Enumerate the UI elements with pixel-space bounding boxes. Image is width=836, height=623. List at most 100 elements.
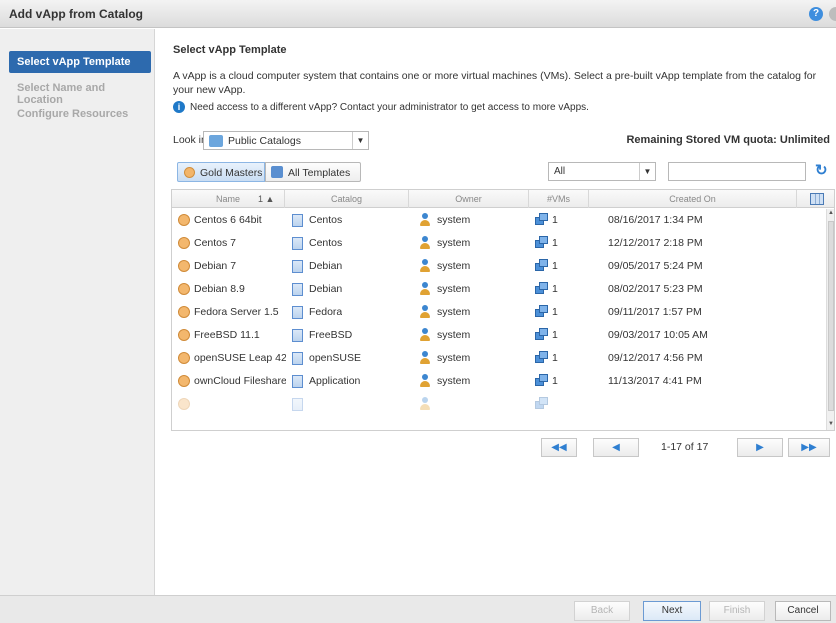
vm-icon xyxy=(535,328,548,341)
vm-icon xyxy=(535,397,548,410)
scroll-down-icon[interactable]: ▼ xyxy=(828,421,834,427)
cancel-button[interactable]: Cancel xyxy=(775,601,831,621)
back-button[interactable]: Back xyxy=(574,601,630,621)
catalog-icon xyxy=(292,398,303,411)
user-icon xyxy=(420,374,430,387)
prev-page-button[interactable]: ◀ xyxy=(593,438,639,457)
row-name: Fedora Server 1.5 xyxy=(194,306,279,318)
row-owner: system xyxy=(437,237,471,249)
table-scrollbar[interactable]: ▲ ▼ xyxy=(826,209,834,430)
gold-master-icon xyxy=(178,260,190,272)
row-created-on: 09/03/2017 10:05 AM xyxy=(608,329,708,341)
sort-indicator[interactable]: 1 ▲ xyxy=(258,190,274,208)
row-vms: 1 xyxy=(552,260,558,272)
gold-masters-label: Gold Masters xyxy=(200,167,263,179)
vm-icon xyxy=(535,374,548,387)
user-icon xyxy=(420,213,430,226)
row-catalog: Centos xyxy=(309,214,343,226)
gold-master-icon xyxy=(178,375,190,387)
row-name: Centos 6 64bit xyxy=(194,214,262,226)
row-catalog: Application xyxy=(309,375,361,387)
row-vms: 1 xyxy=(552,214,558,226)
table-row[interactable]: Debian 8.9 Debian system 1 08/02/2017 5:… xyxy=(172,278,826,301)
all-templates-tab[interactable]: All Templates xyxy=(265,162,361,182)
column-chooser-icon[interactable] xyxy=(810,193,824,205)
row-created-on: 12/12/2017 2:18 PM xyxy=(608,237,703,249)
table-row[interactable]: FreeBSD 11.1 FreeBSD system 1 09/03/2017… xyxy=(172,324,826,347)
look-in-dropdown[interactable]: Public Catalogs ▼ xyxy=(203,131,369,150)
user-icon xyxy=(420,236,430,249)
help-icon[interactable]: ? xyxy=(809,7,823,21)
gold-masters-tab[interactable]: Gold Masters xyxy=(177,162,265,182)
finish-button[interactable]: Finish xyxy=(709,601,765,621)
row-owner: system xyxy=(437,283,471,295)
row-vms: 1 xyxy=(552,237,558,249)
info-message: Need access to a different vApp? Contact… xyxy=(190,102,589,113)
row-owner: system xyxy=(437,214,471,226)
filter-value: All xyxy=(554,166,566,177)
search-input[interactable] xyxy=(668,162,806,181)
first-page-button[interactable]: ◀◀ xyxy=(541,438,577,457)
row-owner: system xyxy=(437,306,471,318)
wizard-steps: Select vApp Template Select Name and Loc… xyxy=(0,29,155,595)
table-row[interactable]: Centos 7 Centos system 1 12/12/2017 2:18… xyxy=(172,232,826,255)
table-row[interactable]: Fedora Server 1.5 Fedora system 1 09/11/… xyxy=(172,301,826,324)
row-catalog: Centos xyxy=(309,237,343,249)
catalog-icon xyxy=(292,260,303,273)
row-catalog: Debian xyxy=(309,283,343,295)
vm-icon xyxy=(535,305,548,318)
gold-master-icon xyxy=(178,306,190,318)
info-icon: i xyxy=(173,101,185,113)
vm-icon xyxy=(535,213,548,226)
row-created-on: 11/13/2017 4:41 PM xyxy=(608,375,702,387)
row-owner: system xyxy=(437,329,471,341)
row-name: FreeBSD 11.1 xyxy=(194,329,260,341)
table-row[interactable]: Debian 7 Debian system 1 09/05/2017 5:24… xyxy=(172,255,826,278)
dialog-footer: Back Next Finish Cancel xyxy=(0,595,836,623)
table-header: Name 1 ▲ Catalog Owner #VMs Created On xyxy=(172,190,834,208)
vm-icon xyxy=(535,259,548,272)
user-icon xyxy=(420,328,430,341)
row-vms: 1 xyxy=(552,306,558,318)
filter-dropdown[interactable]: All ▼ xyxy=(548,162,656,181)
table-row-partial[interactable] xyxy=(172,393,826,416)
step-select-name-and-location: Select Name and Location xyxy=(17,82,106,106)
column-header-vms[interactable]: #VMs xyxy=(529,190,589,208)
table-row[interactable]: Centos 6 64bit Centos system 1 08/16/201… xyxy=(172,209,826,232)
close-icon[interactable] xyxy=(829,7,836,21)
step-configure-resources: Configure Resources xyxy=(17,108,129,120)
next-button[interactable]: Next xyxy=(643,601,701,621)
vm-icon xyxy=(535,282,548,295)
chevron-down-icon[interactable]: ▼ xyxy=(352,132,368,149)
column-header-created-on[interactable]: Created On xyxy=(589,190,797,208)
user-icon xyxy=(420,397,430,410)
catalog-icon xyxy=(292,375,303,388)
catalog-icon xyxy=(292,306,303,319)
page-description: A vApp is a cloud computer system that c… xyxy=(173,70,817,96)
row-owner: system xyxy=(437,375,471,387)
last-page-button[interactable]: ▶▶ xyxy=(788,438,830,457)
row-name: ownCloud Fileshare xyxy=(194,375,286,387)
gold-master-icon xyxy=(178,398,190,410)
scroll-thumb[interactable] xyxy=(828,221,834,411)
row-created-on: 09/05/2017 5:24 PM xyxy=(608,260,703,272)
table-row[interactable]: openSUSE Leap 42 openSUSE system 1 09/12… xyxy=(172,347,826,370)
refresh-icon[interactable]: ↻ xyxy=(815,162,828,180)
look-in-value: Public Catalogs xyxy=(228,135,301,147)
column-header-owner[interactable]: Owner xyxy=(409,190,529,208)
page-title: Select vApp Template xyxy=(173,44,287,56)
page-info: 1-17 of 17 xyxy=(661,441,709,453)
dialog-titlebar: Add vApp from Catalog ? xyxy=(0,0,836,28)
step-select-vapp-template[interactable]: Select vApp Template xyxy=(9,51,151,73)
next-page-button[interactable]: ▶ xyxy=(737,438,783,457)
all-templates-label: All Templates xyxy=(288,167,351,179)
scroll-up-icon[interactable]: ▲ xyxy=(828,210,834,216)
user-icon xyxy=(420,259,430,272)
row-name: Debian 7 xyxy=(194,260,237,272)
chevron-down-icon[interactable]: ▼ xyxy=(639,163,655,180)
table-row[interactable]: ownCloud Fileshare Application system 1 … xyxy=(172,370,826,393)
row-catalog: Debian xyxy=(309,260,343,272)
column-header-catalog[interactable]: Catalog xyxy=(285,190,409,208)
row-vms: 1 xyxy=(552,283,558,295)
row-catalog: openSUSE xyxy=(309,352,361,364)
